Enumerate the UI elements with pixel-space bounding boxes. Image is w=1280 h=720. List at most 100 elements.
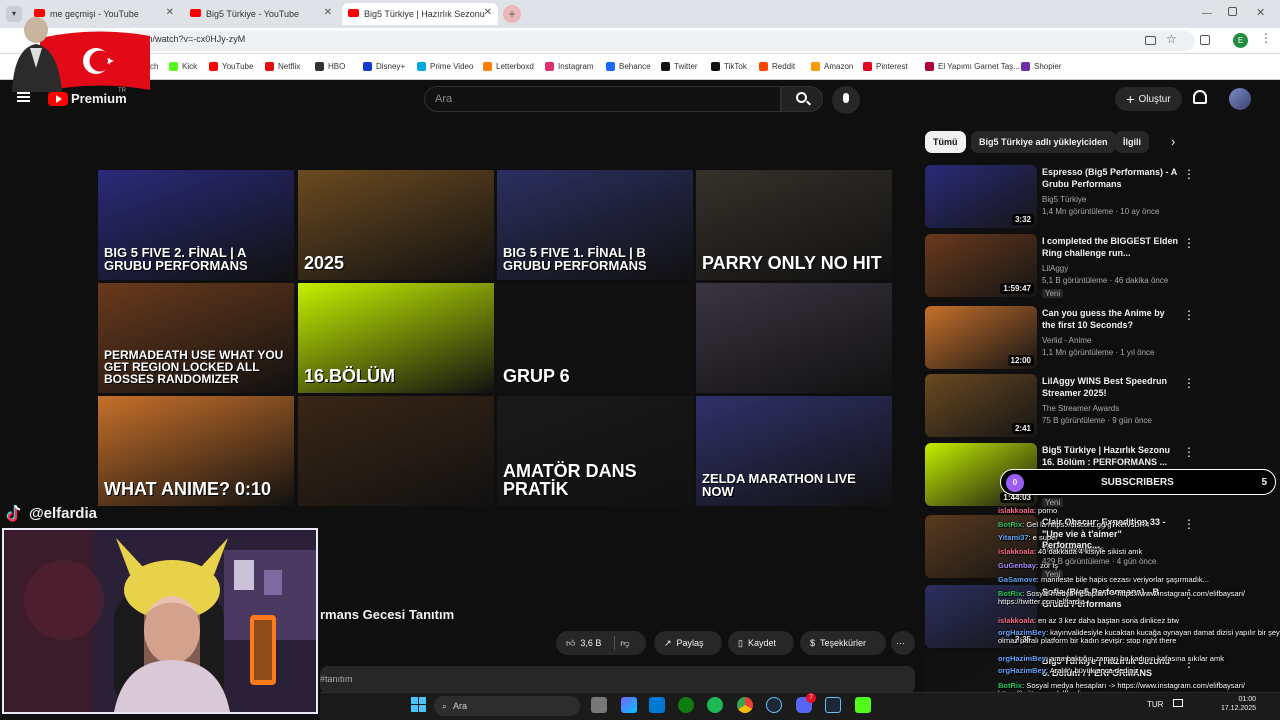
install-app-icon[interactable] xyxy=(1145,36,1156,45)
bookmark-star-icon[interactable]: ☆ xyxy=(1166,32,1177,46)
kick-icon[interactable] xyxy=(855,697,871,713)
chrome-icon[interactable] xyxy=(737,697,753,713)
bookmark-3[interactable]: Netflix xyxy=(265,62,300,71)
like-dislike-group[interactable]: 👍︎ 3,6 B 👎︎ xyxy=(556,631,646,655)
related-channel[interactable]: Verlid - Anime xyxy=(1042,336,1091,345)
new-tab-button[interactable]: + xyxy=(503,5,521,23)
bookmark-11[interactable]: TikTok xyxy=(711,62,747,71)
account-avatar[interactable] xyxy=(1229,88,1251,110)
end-screen-video-3[interactable]: PARRY ONLY NO HIT xyxy=(696,170,892,280)
menu-icon[interactable] xyxy=(17,92,30,102)
thumbs-down-icon[interactable]: 👎︎ xyxy=(620,638,629,649)
chip-from-uploader[interactable]: Big5 Türkiye adlı yükleyiciden xyxy=(971,131,1116,153)
bookmark-9[interactable]: Behance xyxy=(606,62,651,71)
steam-library-icon[interactable] xyxy=(825,697,841,713)
related-thumbnail[interactable]: 12:00 xyxy=(925,306,1037,369)
profile-avatar[interactable]: E xyxy=(1233,33,1248,48)
search-input[interactable]: Ara xyxy=(424,86,781,112)
end-screen-video-7[interactable] xyxy=(696,283,892,393)
share-button[interactable]: ↗ Paylaş xyxy=(654,631,722,655)
chevron-right-icon[interactable]: › xyxy=(1171,134,1175,149)
description-hashtag[interactable]: #tanıtım xyxy=(320,674,353,684)
notifications-bell-icon[interactable] xyxy=(1193,90,1207,104)
end-screen-video-1[interactable]: 2025 xyxy=(298,170,494,280)
related-title[interactable]: I completed the BIGGEST Elden Ring chall… xyxy=(1042,236,1180,259)
outlook-icon[interactable] xyxy=(649,697,665,713)
related-title[interactable]: Big5 Türkiye | Hazırlık Sezonu 16. Bölüm… xyxy=(1042,445,1180,468)
related-title[interactable]: LilAggy WINS Best Speedrun Streamer 2025… xyxy=(1042,376,1180,399)
browser-menu-icon[interactable]: ⋮ xyxy=(1260,31,1272,45)
search-button[interactable] xyxy=(781,86,823,112)
youtube-logo-icon[interactable] xyxy=(48,92,68,106)
bookmark-15[interactable]: El Yapımı Garnet Taş... xyxy=(925,62,1020,71)
xbox-icon[interactable] xyxy=(678,697,694,713)
more-options-icon[interactable]: ⋮ xyxy=(1183,445,1195,459)
chip-all[interactable]: Tümü xyxy=(925,131,966,153)
end-screen-video-10[interactable]: AMATÖR DANS PRATİK xyxy=(497,396,693,506)
related-channel[interactable]: The Streamer Awards xyxy=(1042,404,1119,413)
spotify-icon[interactable] xyxy=(707,697,723,713)
bookmark-8[interactable]: Instagram xyxy=(545,62,594,71)
related-title[interactable]: Espresso (Big5 Performans) - A Grubu Per… xyxy=(1042,167,1180,190)
bookmark-7[interactable]: Letterboxd xyxy=(483,62,534,71)
clock[interactable]: 01:00 17.12.2025 xyxy=(1210,696,1256,712)
chip-related[interactable]: İlgili xyxy=(1115,131,1149,153)
end-screen-video-4[interactable]: PERMADEATH USE WHAT YOU GET REGION LOCKE… xyxy=(98,283,294,393)
steam-icon[interactable] xyxy=(766,697,782,713)
bookmark-13[interactable]: Amazon xyxy=(811,62,853,71)
related-channel[interactable]: Big5 Türkiye xyxy=(1042,195,1086,204)
bookmark-1[interactable]: Kick xyxy=(169,62,197,71)
related-video[interactable]: 1:59:47 I completed the BIGGEST Elden Rin… xyxy=(925,234,1265,300)
omnibox[interactable] xyxy=(125,31,1195,51)
bookmark-10[interactable]: Twitter xyxy=(661,62,698,71)
network-icon[interactable] xyxy=(1173,699,1183,707)
end-screen-video-11[interactable]: ZELDA MARATHON LIVE NOW xyxy=(696,396,892,506)
related-thumbnail[interactable]: 1:59:47 xyxy=(925,234,1037,297)
thanks-button[interactable]: $ Teşekkürler xyxy=(800,631,886,655)
bookmark-16[interactable]: Shopier xyxy=(1021,62,1062,71)
end-screen-video-6[interactable]: GRUP 6 xyxy=(497,283,693,393)
maximize-icon[interactable] xyxy=(1228,7,1237,16)
end-screen-video-0[interactable]: BIG 5 FIVE 2. FİNAL | A GRUBU PERFORMANS xyxy=(98,170,294,280)
more-options-icon[interactable]: ⋮ xyxy=(1183,167,1195,181)
save-button[interactable]: ▯ Kaydet xyxy=(728,631,794,655)
more-actions-button[interactable]: ⋯ xyxy=(891,631,915,655)
bookmark-2[interactable]: YouTube xyxy=(209,62,253,71)
bookmark-4[interactable]: HBO xyxy=(315,62,345,71)
taskbar-search[interactable]: ⌕ Ara xyxy=(434,696,580,716)
related-thumbnail[interactable]: 3:32 xyxy=(925,165,1037,228)
related-video[interactable]: 12:00 Can you guess the Anime by the firs… xyxy=(925,306,1265,372)
extensions-icon[interactable] xyxy=(1200,35,1210,45)
description-box[interactable]: #tanıtım xyxy=(320,666,915,694)
create-button[interactable]: + Oluştur xyxy=(1115,87,1182,111)
related-video[interactable]: 3:32 Espresso (Big5 Performans) - A Grubu… xyxy=(925,165,1265,231)
related-thumbnail[interactable]: 2:41 xyxy=(925,374,1037,437)
bookmark-14[interactable]: Pinterest xyxy=(863,62,908,71)
end-screen-video-2[interactable]: BIG 5 FIVE 1. FİNAL | B GRUBU PERFORMANS xyxy=(497,170,693,280)
url-text[interactable]: m/watch?v=-cx0HJy-zyM xyxy=(145,34,245,44)
minimize-icon[interactable]: — xyxy=(1202,8,1212,19)
related-title[interactable]: Can you guess the Anime by the first 10 … xyxy=(1042,308,1180,331)
close-icon[interactable]: ✕ xyxy=(166,7,174,18)
language-indicator[interactable]: TUR xyxy=(1147,700,1163,709)
end-screen-video-8[interactable]: WHAT ANIME? 0:10 xyxy=(98,396,294,506)
tab-big5-video[interactable]: Big5 Türkiye | Hazırlık Sezonu ✕ xyxy=(342,3,498,25)
bookmark-12[interactable]: Reddit xyxy=(759,62,795,71)
task-view-icon[interactable] xyxy=(591,697,607,713)
more-options-icon[interactable]: ⋮ xyxy=(1183,236,1195,250)
close-window-icon[interactable]: ✕ xyxy=(1256,6,1265,19)
related-channel[interactable]: LilAggy xyxy=(1042,264,1068,273)
copilot-icon[interactable] xyxy=(621,697,637,713)
thumbs-up-icon[interactable]: 👍︎ xyxy=(566,638,575,649)
more-options-icon[interactable]: ⋮ xyxy=(1183,308,1195,322)
close-icon[interactable]: ✕ xyxy=(484,7,492,18)
voice-search-button[interactable] xyxy=(832,86,860,114)
windows-start-icon[interactable] xyxy=(411,697,427,713)
tab-big5-channel[interactable]: Big5 Türkiye - YouTube ✕ xyxy=(184,3,338,25)
related-video[interactable]: 2:41 LilAggy WINS Best Speedrun Streamer … xyxy=(925,374,1265,440)
end-screen-video-5[interactable]: 16.BÖLÜM xyxy=(298,283,494,393)
end-screen-video-9[interactable] xyxy=(298,396,494,506)
close-icon[interactable]: ✕ xyxy=(324,7,332,18)
video-player[interactable]: BIG 5 FIVE 2. FİNAL | A GRUBU PERFORMANS… xyxy=(98,170,894,506)
bookmark-6[interactable]: Prime Video xyxy=(417,62,473,71)
